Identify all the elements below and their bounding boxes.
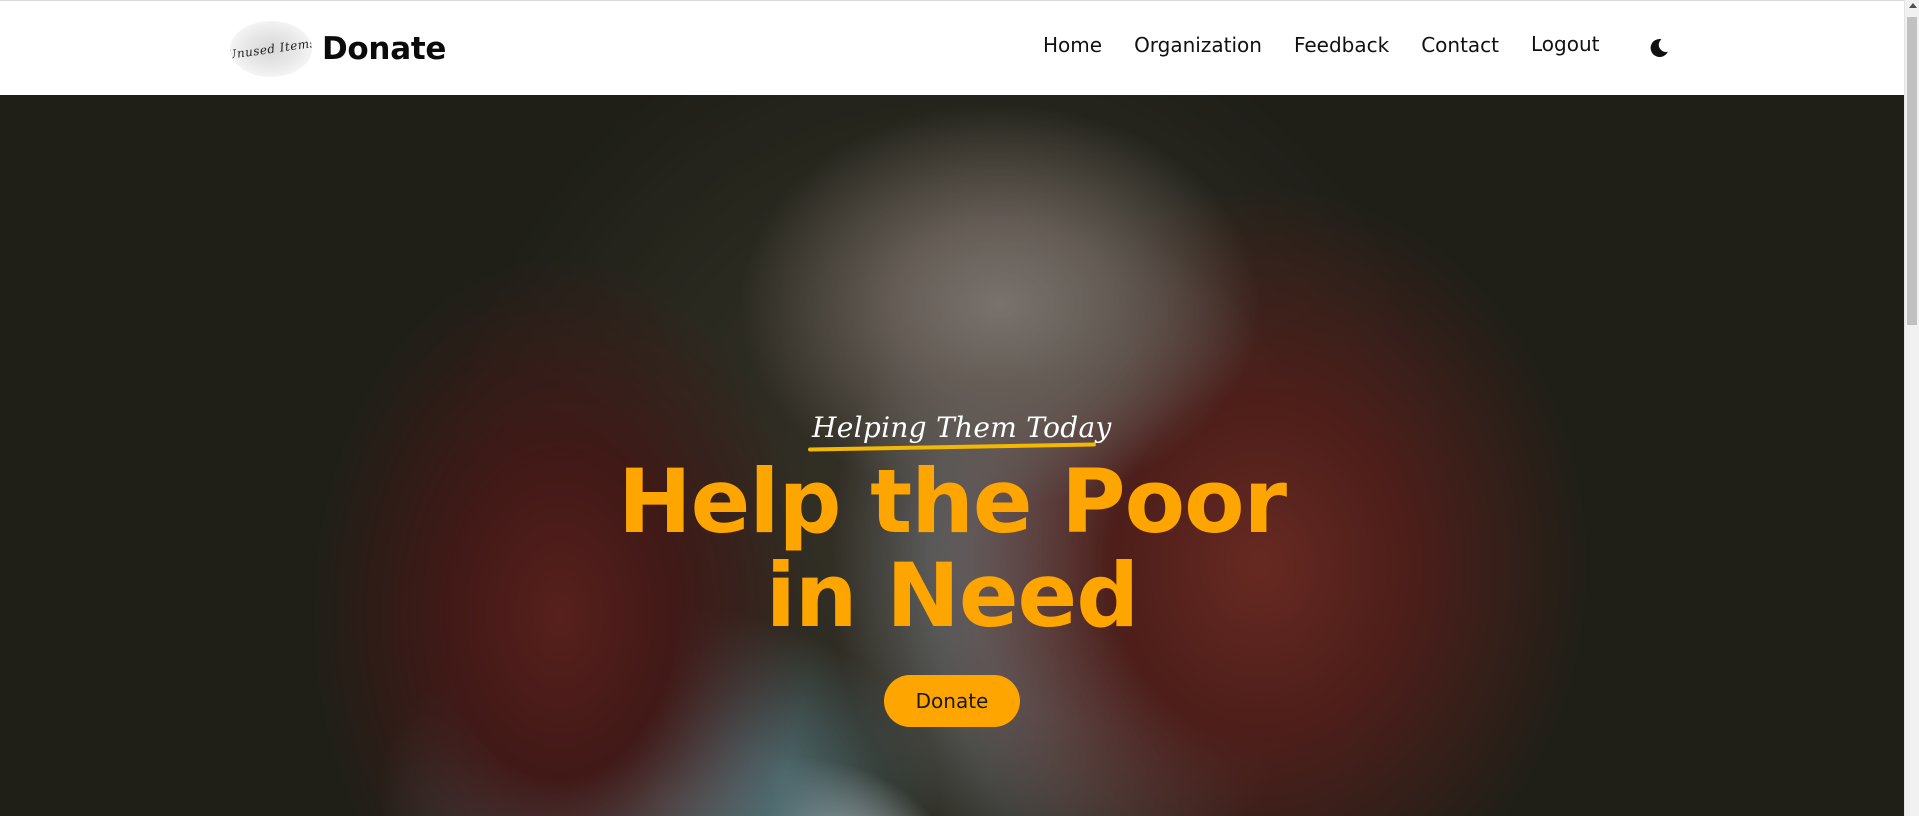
nav-organization[interactable]: Organization bbox=[1134, 33, 1262, 57]
hero-banner: Helping Them Today Help the Poor in Need… bbox=[0, 95, 1904, 816]
logo-image: Unused Items bbox=[230, 21, 312, 77]
brand-title[interactable]: Donate bbox=[322, 31, 446, 67]
scroll-thumb[interactable] bbox=[1907, 17, 1917, 325]
nav-contact[interactable]: Contact bbox=[1421, 33, 1499, 57]
page-scrollbar[interactable] bbox=[1904, 0, 1919, 816]
main-nav: Home Organization Feedback Contact Logou… bbox=[1043, 32, 1599, 57]
nav-feedback[interactable]: Feedback bbox=[1294, 33, 1389, 57]
donate-button[interactable]: Donate bbox=[884, 675, 1020, 727]
hero-tagline: Helping Them Today bbox=[812, 411, 1112, 444]
hero-content: Helping Them Today Help the Poor in Need… bbox=[0, 95, 1904, 816]
nav-logout[interactable]: Logout bbox=[1531, 32, 1599, 56]
logo-text: Unused Items bbox=[230, 35, 312, 63]
hero-headline: Help the Poor in Need bbox=[618, 450, 1287, 647]
moon-icon[interactable] bbox=[1648, 37, 1670, 59]
scroll-up-arrow-icon[interactable] bbox=[1909, 3, 1917, 8]
logo-link[interactable]: Unused Items Donate bbox=[230, 21, 446, 77]
nav-home[interactable]: Home bbox=[1043, 33, 1102, 57]
site-header: Unused Items Donate Home Organization Fe… bbox=[0, 0, 1904, 95]
